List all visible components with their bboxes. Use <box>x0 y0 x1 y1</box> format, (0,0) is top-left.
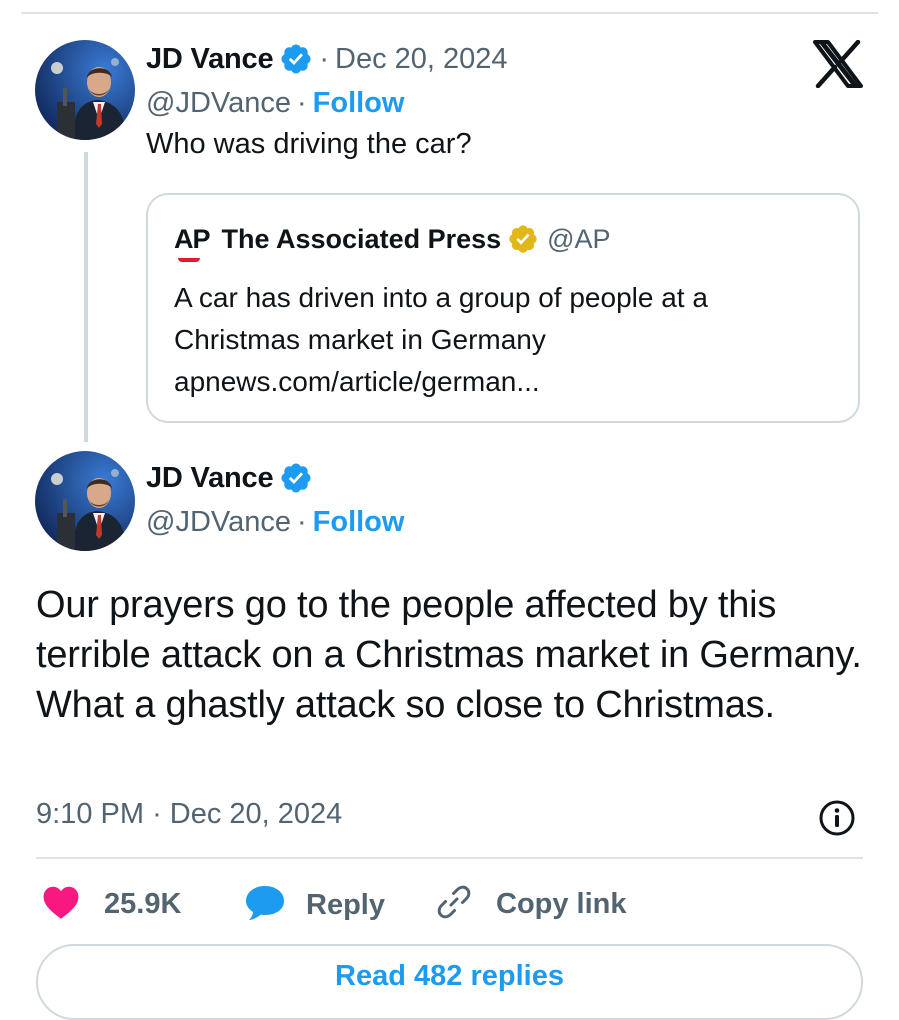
quoted-author-name: The Associated Press <box>221 223 502 254</box>
heart-icon <box>42 884 80 925</box>
divider <box>36 857 863 859</box>
ap-logo-text: AP <box>174 223 211 254</box>
separator: · <box>152 798 162 830</box>
quoted-link[interactable]: apnews.com/article/german... <box>174 361 708 403</box>
top-divider <box>21 12 878 14</box>
follow-button[interactable]: Follow <box>313 506 405 539</box>
info-icon[interactable] <box>818 799 856 842</box>
author-handle[interactable]: @JDVance <box>146 87 291 120</box>
follow-button[interactable]: Follow <box>313 87 405 120</box>
reply-to-subheader: @JDVance · Follow <box>146 87 404 120</box>
copy-link-label: Copy link <box>496 888 627 920</box>
verified-gold-badge-icon <box>507 223 539 255</box>
tweet-text: Who was driving the car? <box>146 128 472 160</box>
main-tweet-subheader: @JDVance · Follow <box>146 506 404 539</box>
ap-logo: AP <box>174 223 211 262</box>
link-icon <box>436 884 472 925</box>
tweet-date: Dec 20, 2024 <box>169 798 343 830</box>
main-tweet-header: JD Vance <box>146 461 313 495</box>
separator: · <box>296 506 307 538</box>
copy-link-button[interactable]: Copy link <box>436 884 627 925</box>
separator: · <box>296 87 307 119</box>
like-button[interactable]: 25.9K <box>42 884 181 925</box>
reply-bubble-icon <box>244 883 286 928</box>
reply-label: Reply <box>306 889 385 921</box>
verified-badge-icon <box>279 461 313 495</box>
quoted-line: Christmas market in Germany <box>174 324 546 355</box>
verified-badge-icon <box>279 42 313 76</box>
reply-to-header: JD Vance · Dec 20, 2024 <box>146 42 508 76</box>
read-replies-label: Read 482 replies <box>335 960 564 992</box>
x-logo-icon[interactable] <box>812 39 864 93</box>
thread-connector <box>84 152 88 442</box>
quoted-tweet-body: A car has driven into a group of people … <box>174 277 708 403</box>
quoted-tweet-card[interactable]: AP The Associated Press @AP A car has dr… <box>146 193 860 423</box>
author-handle[interactable]: @JDVance <box>146 506 291 539</box>
tweet-text: Our prayers go to the people affected by… <box>36 584 862 726</box>
like-count: 25.9K <box>104 888 182 920</box>
tweet-date[interactable]: Dec 20, 2024 <box>335 43 508 76</box>
ap-logo-underline <box>178 257 200 262</box>
avatar[interactable] <box>35 40 135 140</box>
tweet-timestamp[interactable]: 9:10 PM · Dec 20, 2024 <box>36 798 342 831</box>
separator: · <box>319 42 330 75</box>
avatar[interactable] <box>35 451 135 551</box>
reply-button[interactable]: Reply <box>244 883 385 928</box>
quoted-line: A car has driven into a group of people … <box>174 282 708 313</box>
quoted-author-handle: @AP <box>547 223 611 254</box>
quoted-tweet-header: AP The Associated Press @AP <box>174 223 611 262</box>
author-name[interactable]: JD Vance <box>146 43 274 76</box>
read-replies-button[interactable]: Read 482 replies <box>36 944 863 1020</box>
tweet-time: 9:10 PM <box>36 798 144 830</box>
author-name[interactable]: JD Vance <box>146 462 274 495</box>
